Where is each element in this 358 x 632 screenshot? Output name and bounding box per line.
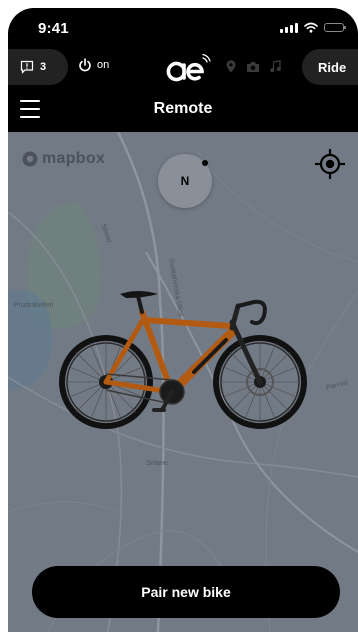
notification-count: 3 xyxy=(40,61,47,73)
battery-icon xyxy=(324,23,346,32)
mapbox-label: mapbox xyxy=(42,150,106,167)
power-icon xyxy=(79,58,91,72)
page-header: Remote xyxy=(8,90,358,130)
street-label: Srilane xyxy=(146,460,168,467)
cellular-signal-icon xyxy=(280,22,298,33)
street-label: Prudrakellen xyxy=(14,302,54,309)
compass-indicator xyxy=(202,160,208,166)
mapbox-logo-icon xyxy=(22,151,38,167)
notification-icon xyxy=(20,60,34,74)
wifi-icon xyxy=(304,22,318,33)
music-note-icon xyxy=(270,60,281,73)
camera-icon xyxy=(247,61,259,72)
map-view[interactable]: Slimer Svetlahvnska Ulica Prudrakellen S… xyxy=(8,132,358,632)
page-title: Remote xyxy=(153,100,213,117)
phone-screen: 9:41 3 on Ride Remote Slimer Svetlahvnsk… xyxy=(8,8,358,632)
status-time: 9:41 xyxy=(38,20,69,37)
power-toggle[interactable]: on xyxy=(78,58,109,72)
location-pin-icon xyxy=(226,60,236,73)
top-toolbar: 3 on Ride xyxy=(8,48,358,88)
mapbox-attribution[interactable]: mapbox xyxy=(22,150,105,168)
compass-button[interactable]: N xyxy=(158,154,212,208)
feature-icons xyxy=(226,60,281,73)
status-bar: 9:41 xyxy=(8,8,358,48)
crosshair-icon[interactable] xyxy=(314,148,346,180)
brand-logo-icon xyxy=(166,53,211,82)
power-label: on xyxy=(97,59,110,71)
bike-image xyxy=(59,291,307,429)
ride-button[interactable]: Ride xyxy=(302,49,358,85)
pair-new-bike-button[interactable]: Pair new bike xyxy=(32,566,340,618)
status-icons xyxy=(280,22,346,33)
notifications-button[interactable]: 3 xyxy=(8,49,68,85)
compass-label: N xyxy=(180,174,190,188)
